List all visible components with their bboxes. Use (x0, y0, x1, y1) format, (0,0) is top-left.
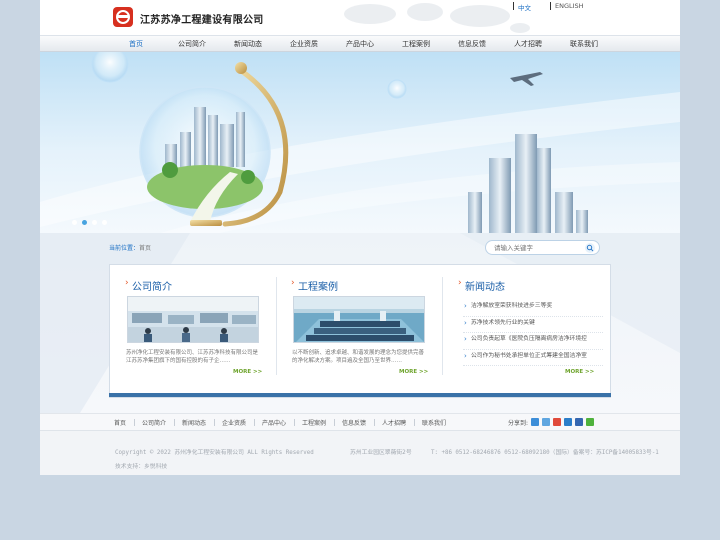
news-more-link[interactable]: MORE >> (565, 369, 594, 375)
copyright-text: Copyright © 2022 苏州净化工程安装有限公司 ALL Rights… (115, 450, 314, 456)
nav-item-cases[interactable]: 工程案例 (394, 36, 438, 52)
main-nav: 首页 公司简介 新闻动态 企业资质 产品中心 工程案例 信息反馈 人才招聘 联系… (40, 35, 680, 52)
footer-nav: 首页 公司简介 新闻动态 企业资质 产品中心 工程案例 信息反馈 人才招聘 联系… (40, 413, 680, 431)
nav-item-products[interactable]: 产品中心 (338, 36, 382, 52)
share-sina-weibo-icon[interactable] (553, 418, 561, 426)
breadcrumb-home-link[interactable]: 首页 (139, 245, 151, 252)
lang-divider (550, 2, 551, 10)
banner-dot[interactable] (102, 220, 107, 225)
share-label: 分享到: (508, 420, 529, 427)
address-text: 苏州工业园区翠薇街2号 (350, 450, 412, 456)
footer-link-cases[interactable]: 工程案例 (302, 418, 326, 427)
search-button[interactable] (585, 243, 595, 253)
banner-dot-active[interactable] (82, 220, 87, 225)
share-renren-icon[interactable] (564, 418, 572, 426)
tech-support-text: 技术支持：乡悦科技 (115, 464, 168, 470)
lang-chinese-link[interactable]: 中文 (518, 2, 531, 12)
lang-english-link[interactable]: ENGLISH (555, 2, 584, 10)
company-logo-icon[interactable] (113, 7, 133, 27)
lang-divider (513, 2, 514, 10)
news-list-item[interactable]: 苏净技术领先行业的关键 (463, 317, 603, 333)
footer-link-qualification[interactable]: 企业资质 (222, 418, 246, 427)
nav-item-home[interactable]: 首页 (118, 36, 154, 52)
hero-banner[interactable] (40, 52, 680, 233)
banner-dot[interactable] (92, 220, 97, 225)
news-list-item[interactable]: 公司负责起草《医院负压隔离病房洁净环境控 (463, 333, 603, 350)
share-tencent-weibo-icon[interactable] (542, 418, 550, 426)
nav-item-feedback[interactable]: 信息反馈 (450, 36, 494, 52)
about-section-title[interactable]: 公司简介 (125, 278, 172, 293)
share-qzone-icon[interactable] (531, 418, 539, 426)
nav-item-qualification[interactable]: 企业资质 (282, 36, 326, 52)
footer-link-divider (374, 419, 375, 426)
share-kaixin-icon[interactable] (575, 418, 583, 426)
cases-more-link[interactable]: MORE >> (399, 369, 428, 375)
about-summary: 苏州净化工程安装有限公司、江苏苏净科技有限公司是江苏苏净集团旗下的国有控股的有子… (126, 350, 259, 364)
footer-link-divider (294, 419, 295, 426)
cases-summary: 以不断创新、追求卓越、和谐发展的理念为您提供完善的净化解决方案。项目遍及全国乃至… (292, 350, 425, 364)
footer-link-feedback[interactable]: 信息反馈 (342, 418, 366, 427)
company-name: 江苏苏净工程建设有限公司 (140, 15, 264, 26)
header: 江苏苏净工程建设有限公司 中文 ENGLISH (40, 0, 680, 35)
banner-illustration (40, 52, 680, 233)
nav-item-careers[interactable]: 人才招聘 (506, 36, 550, 52)
footer-link-about[interactable]: 公司简介 (142, 418, 166, 427)
news-list-item[interactable]: 洁净解放室荣获科技进步三等奖 (463, 300, 603, 317)
nav-item-news[interactable]: 新闻动态 (226, 36, 270, 52)
search-input[interactable] (494, 243, 584, 253)
column-divider (442, 277, 443, 375)
news-list: 洁净解放室荣获科技进步三等奖 苏净技术领先行业的关键 公司负责起草《医院负压隔离… (463, 300, 603, 366)
footer-link-home[interactable]: 首页 (114, 418, 126, 427)
about-office-photo[interactable] (127, 296, 259, 343)
info-panel: 公司简介 苏州净化工程安装有限公司、江苏苏净科技有限公司是江苏苏净集团旗下的国有… (109, 264, 611, 398)
share-wechat-icon[interactable] (586, 418, 594, 426)
site-footer: Copyright © 2022 苏州净化工程安装有限公司 ALL Rights… (40, 431, 680, 475)
news-list-item[interactable]: 公司作为秘书处承担单位正式筹建全国洁净室 (463, 350, 603, 366)
column-divider (276, 277, 277, 375)
footer-link-careers[interactable]: 人才招聘 (382, 418, 406, 427)
footer-link-news[interactable]: 新闻动态 (182, 418, 206, 427)
panel-bottom-bar (109, 393, 611, 397)
cases-section-title[interactable]: 工程案例 (291, 278, 338, 293)
footer-link-contact[interactable]: 联系我们 (422, 418, 446, 427)
nav-item-contact[interactable]: 联系我们 (562, 36, 606, 52)
footer-link-products[interactable]: 产品中心 (262, 418, 286, 427)
page: 江苏苏净工程建设有限公司 中文 ENGLISH 首页 公司简介 新闻动态 企业资… (40, 0, 680, 475)
footer-link-divider (414, 419, 415, 426)
banner-dot[interactable] (72, 220, 77, 225)
nav-item-about[interactable]: 公司简介 (170, 36, 214, 52)
search-icon (586, 244, 594, 252)
footer-link-divider (174, 419, 175, 426)
about-more-link[interactable]: MORE >> (233, 369, 262, 375)
contact-phone-text: T: +86 0512-68246876 0512-68092180（国际）备案… (431, 450, 659, 456)
footer-link-divider (134, 419, 135, 426)
breadcrumb-prefix: 当前位置： (109, 245, 140, 252)
footer-link-divider (254, 419, 255, 426)
search-box (485, 240, 600, 255)
footer-link-divider (334, 419, 335, 426)
world-map-decoration (344, 3, 530, 33)
footer-link-divider (214, 419, 215, 426)
news-section-title[interactable]: 新闻动态 (458, 278, 505, 293)
breadcrumb: 当前位置：首页 (109, 243, 151, 252)
cases-cleanroom-photo[interactable] (293, 296, 425, 343)
